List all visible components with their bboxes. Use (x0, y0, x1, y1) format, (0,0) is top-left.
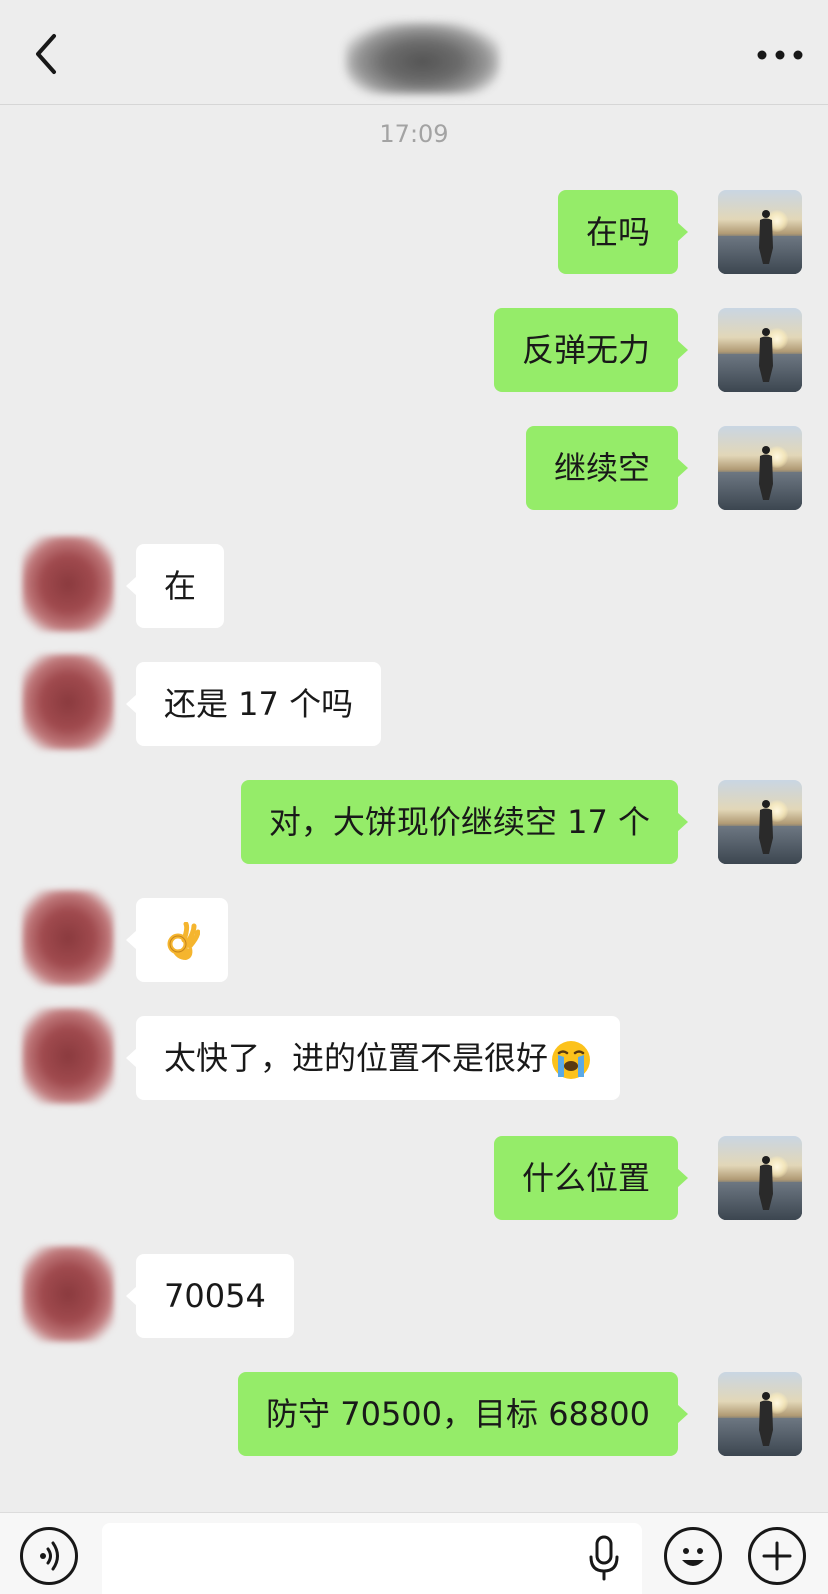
voice-mode-button[interactable] (20, 1527, 78, 1585)
outgoing-message-bubble[interactable]: 继续空 (525, 426, 689, 510)
message-row (0, 890, 828, 986)
message-row: 反弹无力 (0, 308, 828, 392)
outgoing-message-bubble[interactable]: 什么位置 (493, 1136, 689, 1220)
contact-avatar-redacted[interactable] (22, 536, 114, 632)
message-input-bar (0, 1512, 828, 1594)
message-text: 太快了，进的位置不是很好 (164, 1039, 549, 1077)
self-avatar[interactable] (718, 190, 802, 274)
ok-hand-emoji (167, 922, 200, 960)
more-options-button[interactable] (756, 40, 804, 70)
contact-avatar-redacted[interactable] (22, 654, 114, 750)
self-avatar[interactable] (718, 1136, 802, 1220)
outgoing-message-bubble[interactable]: 在吗 (557, 190, 689, 274)
message-row: 什么位置 (0, 1136, 828, 1220)
contact-avatar-redacted[interactable] (22, 890, 114, 986)
message-row: 防守 70500，目标 68800 (0, 1372, 828, 1456)
self-avatar[interactable] (718, 780, 802, 864)
incoming-message-bubble[interactable]: 太快了，进的位置不是很好 (125, 1016, 621, 1100)
incoming-message-bubble[interactable]: 还是 17 个吗 (125, 662, 382, 746)
voice-icon (40, 1541, 59, 1571)
self-avatar[interactable] (718, 426, 802, 510)
message-timestamp: 17:09 (379, 120, 449, 148)
emoji-icon (682, 1548, 704, 1566)
loudly-crying-emoji (552, 1041, 591, 1079)
chat-screen: 17:09 在吗 反弹无力 继续空 在 还是 17 个吗 对，大饼现价继续空 1… (0, 0, 828, 1594)
message-text-input[interactable] (102, 1523, 642, 1594)
incoming-message-bubble[interactable]: 在 (125, 544, 225, 628)
chevron-left-icon (36, 34, 56, 74)
outgoing-message-bubble[interactable]: 反弹无力 (493, 308, 689, 392)
plus-icon (762, 1541, 792, 1571)
incoming-message-bubble[interactable] (126, 898, 228, 982)
incoming-message-bubble[interactable]: 70054 (126, 1254, 294, 1338)
more-horizontal-icon (757, 50, 803, 60)
more-actions-button[interactable] (748, 1527, 806, 1585)
message-row: 对，大饼现价继续空 17 个 (0, 780, 828, 864)
contact-avatar-redacted[interactable] (22, 1246, 114, 1342)
self-avatar[interactable] (718, 308, 802, 392)
emoji-button[interactable] (664, 1527, 722, 1585)
outgoing-message-bubble[interactable]: 对，大饼现价继续空 17 个 (240, 780, 689, 864)
chat-title-redacted (345, 22, 500, 94)
message-row: 太快了，进的位置不是很好 (0, 1008, 828, 1104)
message-row: 70054 (0, 1246, 828, 1342)
top-navigation-bar (0, 0, 828, 105)
contact-avatar-redacted[interactable] (22, 1008, 114, 1104)
back-button[interactable] (28, 30, 68, 78)
message-row: 继续空 (0, 426, 828, 510)
message-row: 还是 17 个吗 (0, 654, 828, 750)
message-row: 在 (0, 536, 828, 632)
outgoing-message-bubble[interactable]: 防守 70500，目标 68800 (238, 1372, 688, 1456)
self-avatar[interactable] (718, 1372, 802, 1456)
microphone-icon[interactable] (586, 1533, 622, 1583)
message-row: 在吗 (0, 190, 828, 274)
